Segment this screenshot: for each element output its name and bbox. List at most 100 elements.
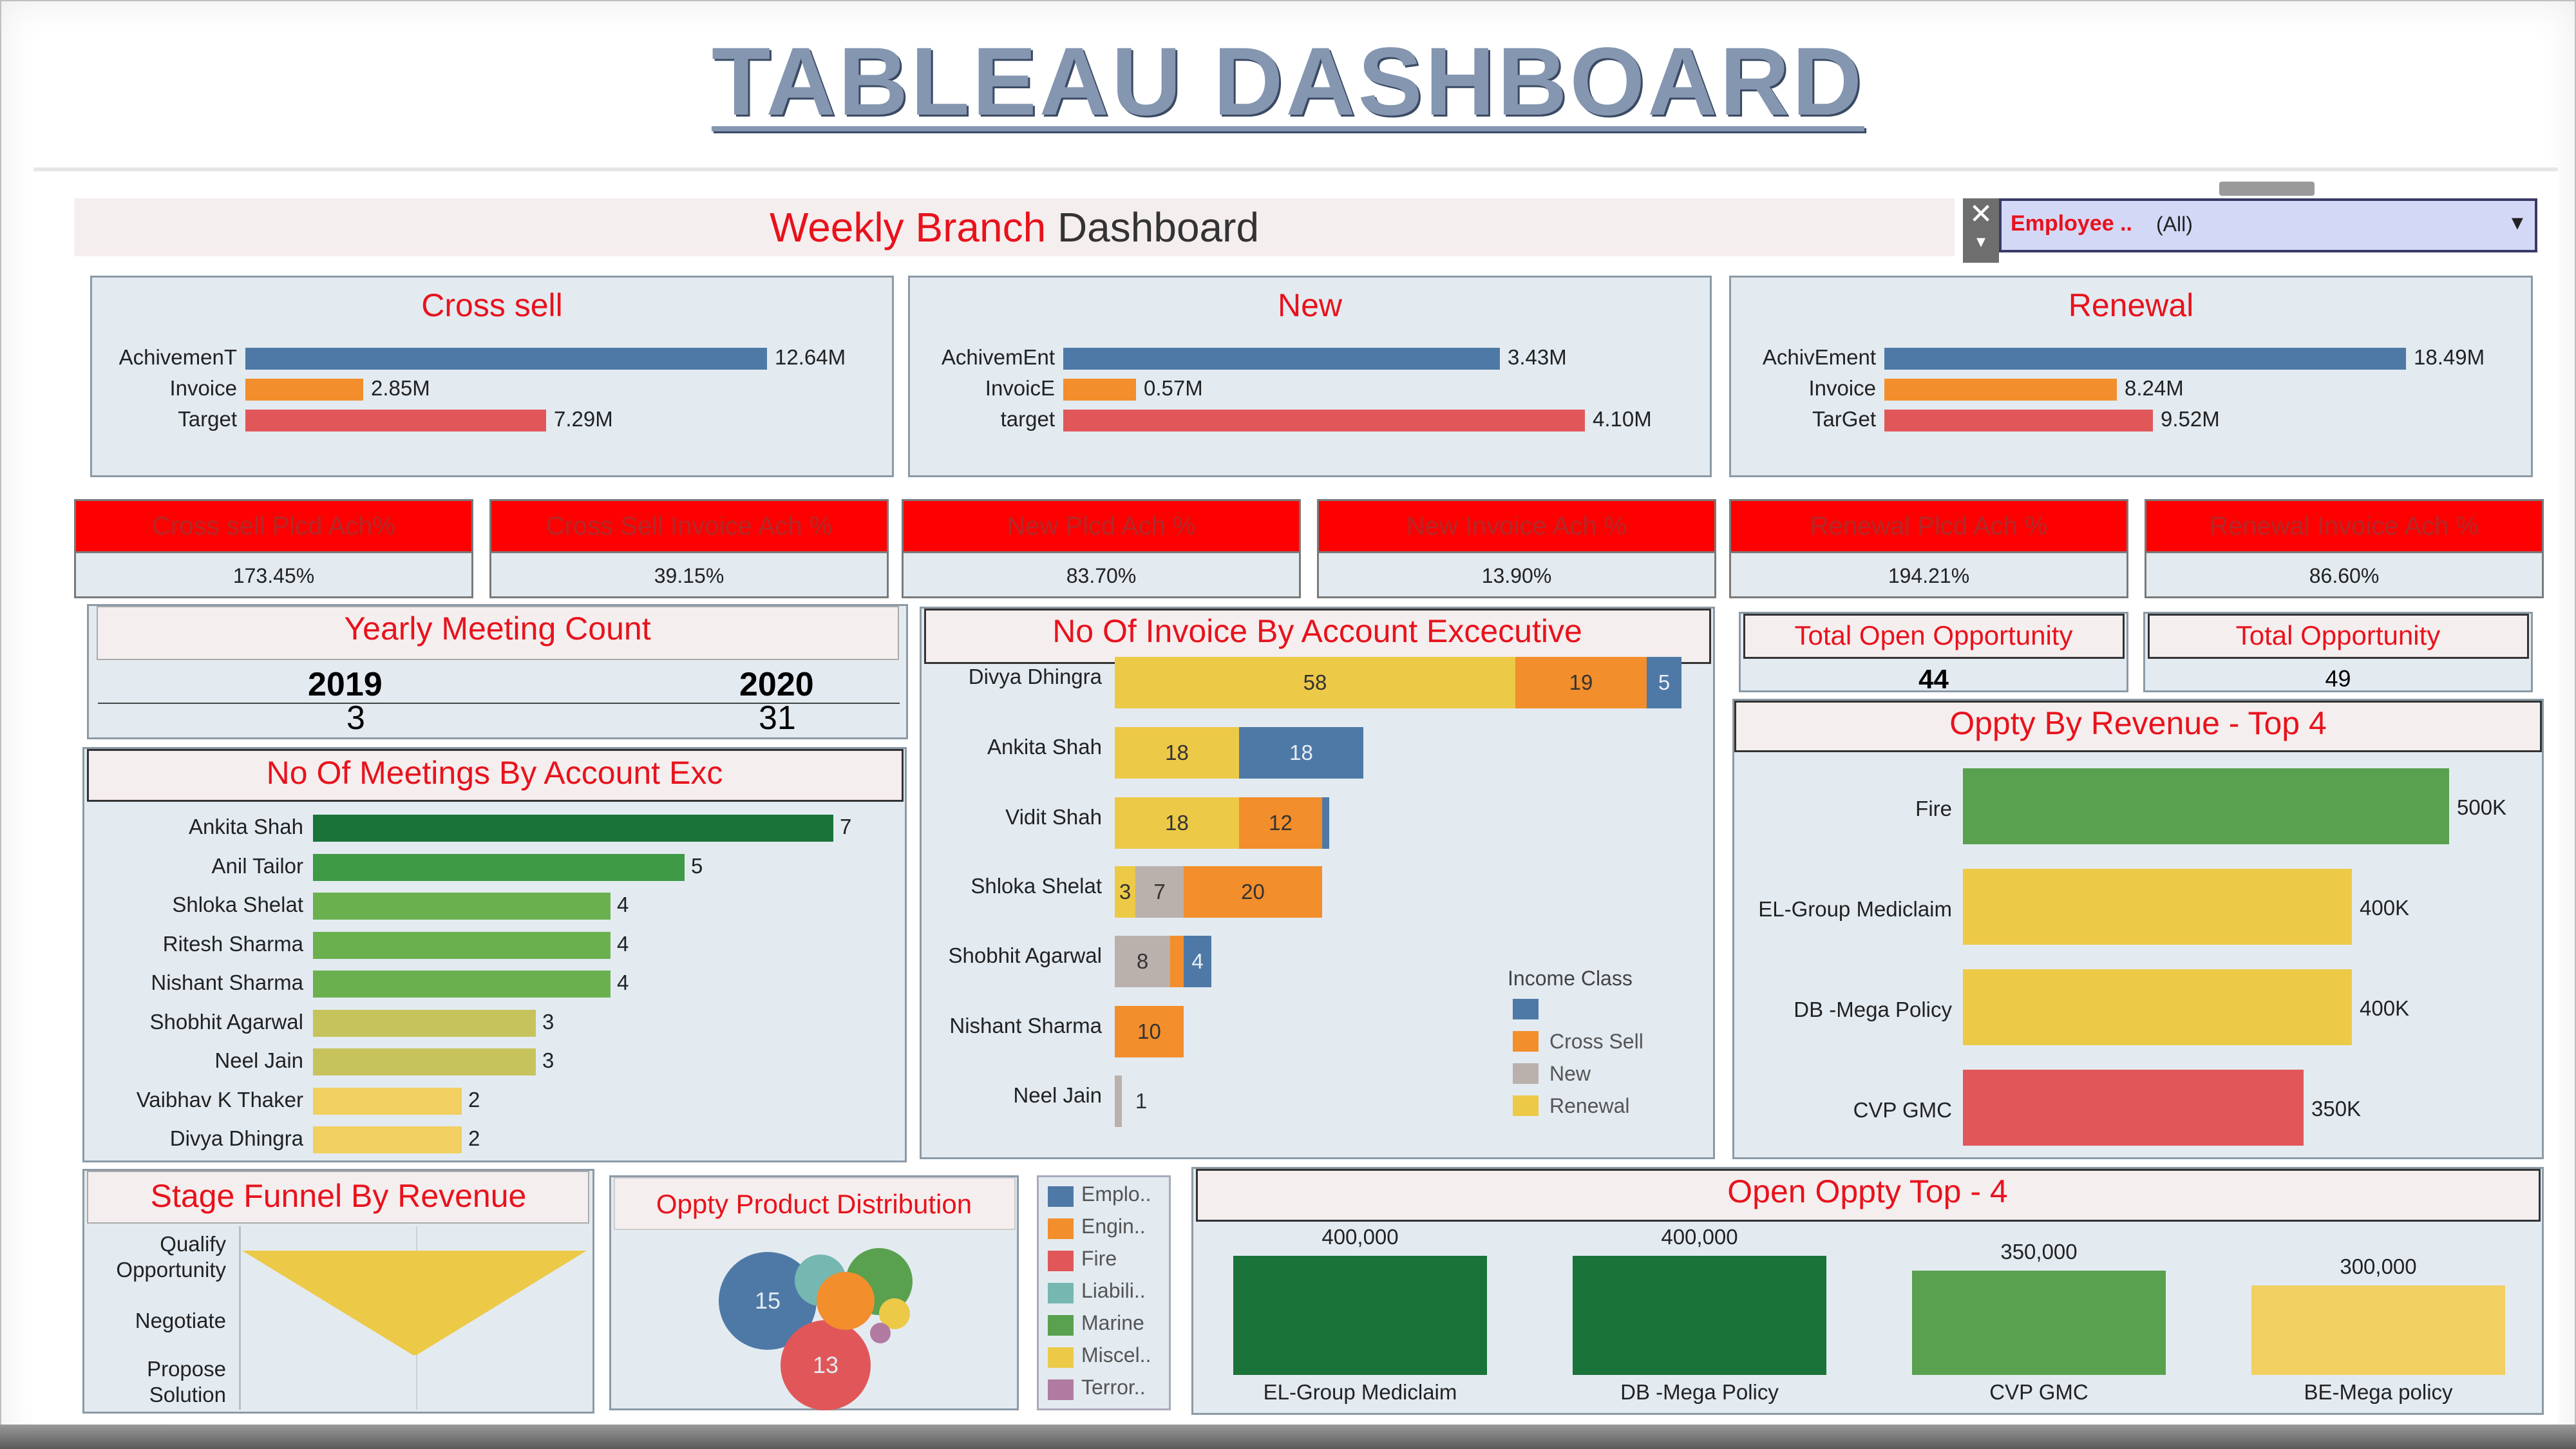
employee-filter[interactable]: Employee .. (All) ▾ bbox=[1999, 198, 2537, 252]
product-legend: Emplo.. Engin.. Fire Liabili.. Marine Miscel.… bbox=[1037, 1175, 1171, 1410]
open-top4-value: 400,000 bbox=[1321, 1225, 1399, 1249]
summary-row-value: 9.52M bbox=[2161, 407, 2220, 431]
product-dist-title: Oppty Product Distribution bbox=[656, 1189, 972, 1219]
stage-propose: Propose Solution bbox=[147, 1357, 226, 1406]
invoice-segment-label: 18 bbox=[1289, 741, 1313, 764]
legend-swatch-renewal bbox=[1513, 1095, 1539, 1116]
yearly-meeting-title: Yearly Meeting Count bbox=[344, 611, 651, 647]
dashboard-title-part1: Weekly Branch bbox=[769, 204, 1046, 251]
invoice-exec-label: Vidit Shah bbox=[1005, 805, 1102, 829]
meeting-bar-value: 2 bbox=[468, 1087, 480, 1112]
revenue-label: DB -Mega Policy bbox=[1794, 998, 1952, 1021]
bubble-terrorism bbox=[870, 1323, 891, 1343]
filter-handle[interactable]: ✕ ▾ bbox=[1963, 198, 1999, 263]
dropdown-arrow-icon[interactable]: ▾ bbox=[2512, 209, 2523, 236]
kpi-value: 13.90% bbox=[1317, 553, 1716, 598]
chevron-down-icon[interactable]: ▾ bbox=[1963, 231, 1999, 252]
legend-renewal: Renewal bbox=[1549, 1094, 1630, 1117]
filter-value[interactable]: (All) bbox=[2156, 213, 2193, 236]
summary-row-value: 18.49M bbox=[2414, 345, 2485, 369]
dashboard-title-part2: Dashboard bbox=[1057, 204, 1260, 251]
summary-row-value: 4.10M bbox=[1593, 407, 1652, 431]
meeting-bar-value: 3 bbox=[542, 1009, 554, 1034]
summary-row-value: 8.24M bbox=[2125, 376, 2184, 400]
revenue-bar bbox=[1963, 969, 2352, 1045]
summary-bar bbox=[1063, 379, 1136, 401]
open-top4-bar bbox=[1573, 1256, 1826, 1375]
dashboard-header: Weekly Branch Dashboard bbox=[74, 198, 1955, 256]
product-legend-item: Marine bbox=[1081, 1311, 1144, 1334]
slide-shadow bbox=[0, 1425, 2576, 1449]
product-legend-item: Liabili.. bbox=[1081, 1279, 1146, 1302]
invoice-segment-label: 4 bbox=[1191, 949, 1204, 973]
stage-qualify: Qualify Opportunity bbox=[116, 1232, 226, 1282]
total-open-opportunity-label: Total Open Opportunity bbox=[1794, 620, 2073, 650]
summary-row-label: InvoicE bbox=[985, 376, 1055, 400]
drag-handle[interactable] bbox=[2219, 182, 2315, 196]
summary-panel-0: Cross sell AchivemenT 12.64M Invoice 2.85M Ta… bbox=[90, 276, 894, 477]
summary-row-label: AchivEment bbox=[1762, 345, 1876, 369]
summary-bar bbox=[1063, 410, 1585, 431]
bubble-label-13: 13 bbox=[813, 1352, 838, 1378]
stage-funnel-panel: Stage Funnel By Revenue Qualify Opportun… bbox=[82, 1169, 594, 1414]
invoice-by-exec-panel: No Of Invoice By Account Excecutive Inco… bbox=[920, 607, 1715, 1159]
meeting-bar-value: 4 bbox=[617, 931, 629, 956]
product-legend-swatch bbox=[1048, 1218, 1074, 1239]
kpi-value: 86.60% bbox=[2145, 553, 2544, 598]
kpi-value: 173.45% bbox=[74, 553, 473, 598]
meeting-bar-value: 4 bbox=[617, 971, 629, 994]
summary-bar bbox=[245, 379, 363, 401]
invoice-segment-label: 18 bbox=[1165, 811, 1189, 835]
stage-funnel-title: Stage Funnel By Revenue bbox=[150, 1178, 527, 1214]
meetings-by-exec-title: No Of Meetings By Account Exc bbox=[266, 755, 723, 791]
open-top4-value: 300,000 bbox=[2340, 1255, 2417, 1278]
invoice-segment-label: 19 bbox=[1569, 670, 1593, 694]
funnel-shape bbox=[242, 1251, 587, 1355]
summary-row-label: AchivemenT bbox=[118, 345, 237, 369]
summary-row-label: Invoice bbox=[169, 376, 237, 400]
meeting-exec-label: Shobhit Agarwal bbox=[149, 1009, 304, 1034]
product-legend-swatch bbox=[1048, 1315, 1074, 1336]
open-top4-title: Open Oppty Top - 4 bbox=[1727, 1173, 2008, 1209]
meeting-bar-value: 4 bbox=[617, 893, 629, 916]
summary-row-label: AchivemEnt bbox=[941, 345, 1055, 369]
invoice-exec-label: Ankita Shah bbox=[987, 735, 1102, 759]
invoice-segment-label: 10 bbox=[1137, 1019, 1161, 1043]
product-legend-item: Terror.. bbox=[1081, 1376, 1146, 1399]
invoice-segment-label: 7 bbox=[1153, 880, 1166, 904]
revenue-label: EL-Group Mediclaim bbox=[1758, 897, 1952, 921]
open-top4-bar bbox=[1233, 1256, 1487, 1375]
oppty-revenue-title: Oppty By Revenue - Top 4 bbox=[1949, 705, 2327, 741]
bubble-chart: 15 13 bbox=[719, 1248, 913, 1410]
invoice-exec-label: Shloka Shelat bbox=[971, 874, 1102, 898]
count-2019: 3 bbox=[346, 699, 365, 737]
revenue-value: 400K bbox=[2360, 896, 2410, 920]
meeting-exec-label: Vaibhav K Thaker bbox=[136, 1087, 303, 1112]
meeting-exec-label: Neel Jain bbox=[214, 1048, 303, 1072]
invoice-segment-label: 3 bbox=[1119, 880, 1132, 904]
product-legend-item: Engin.. bbox=[1081, 1215, 1146, 1238]
kpi-label: New Plcd Ach % bbox=[902, 499, 1301, 553]
meeting-bar bbox=[313, 1126, 462, 1153]
open-top4-value: 400,000 bbox=[1661, 1225, 1738, 1249]
summary-row-label: TarGet bbox=[1812, 407, 1876, 431]
open-top4-label: DB -Mega Policy bbox=[1620, 1380, 1779, 1404]
open-top4-label: BE-Mega policy bbox=[2304, 1380, 2453, 1404]
meeting-bar-value: 5 bbox=[691, 853, 703, 878]
product-legend-swatch bbox=[1048, 1186, 1074, 1207]
close-icon[interactable]: ✕ bbox=[1963, 198, 1999, 231]
summary-bar bbox=[1063, 348, 1500, 370]
legend-cross-sell: Cross Sell bbox=[1549, 1030, 1643, 1053]
product-legend-item: Miscel.. bbox=[1081, 1343, 1151, 1367]
count-2020: 31 bbox=[759, 699, 796, 737]
meeting-bar bbox=[313, 853, 685, 881]
invoice-segment-label: 58 bbox=[1303, 670, 1327, 694]
meeting-bar bbox=[313, 1009, 536, 1037]
invoice-exec-label: Shobhit Agarwal bbox=[948, 943, 1103, 967]
open-top4-bar bbox=[1912, 1271, 2166, 1375]
meeting-bar-value: 2 bbox=[468, 1126, 480, 1150]
invoice-segment-label: 1 bbox=[1135, 1089, 1148, 1113]
summary-row-label: Invoice bbox=[1808, 376, 1876, 400]
bubble-engineering bbox=[817, 1272, 875, 1330]
product-legend-swatch bbox=[1048, 1251, 1074, 1271]
